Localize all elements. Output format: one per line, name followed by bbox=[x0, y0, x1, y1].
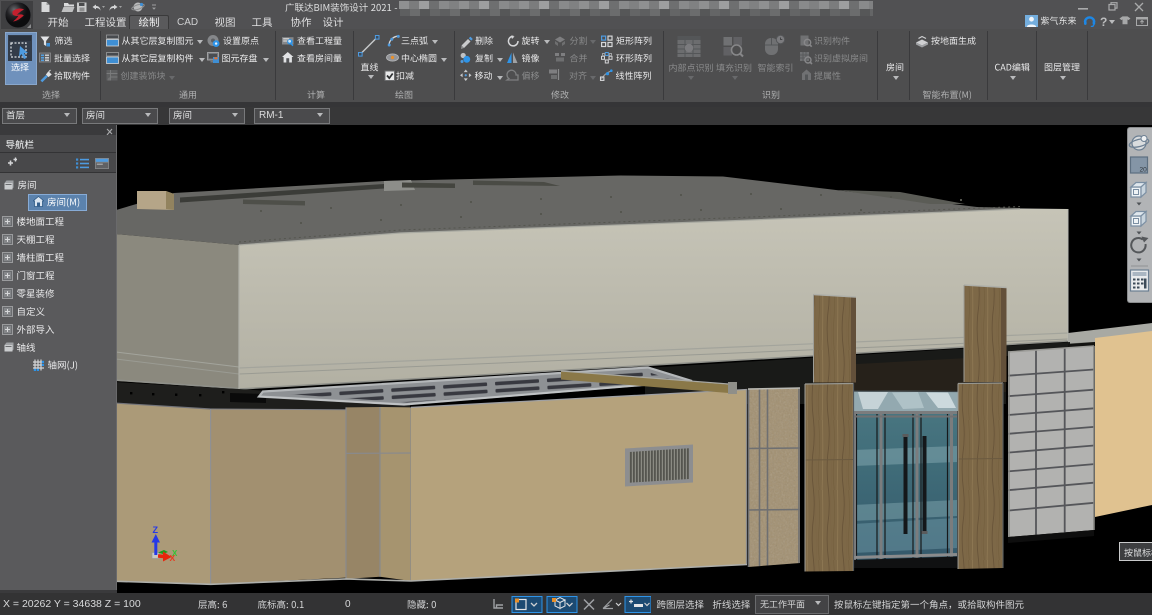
svg-text:20: 20 bbox=[1140, 167, 1148, 174]
svg-text:X: X bbox=[170, 553, 176, 563]
svg-text:Z: Z bbox=[153, 525, 159, 535]
